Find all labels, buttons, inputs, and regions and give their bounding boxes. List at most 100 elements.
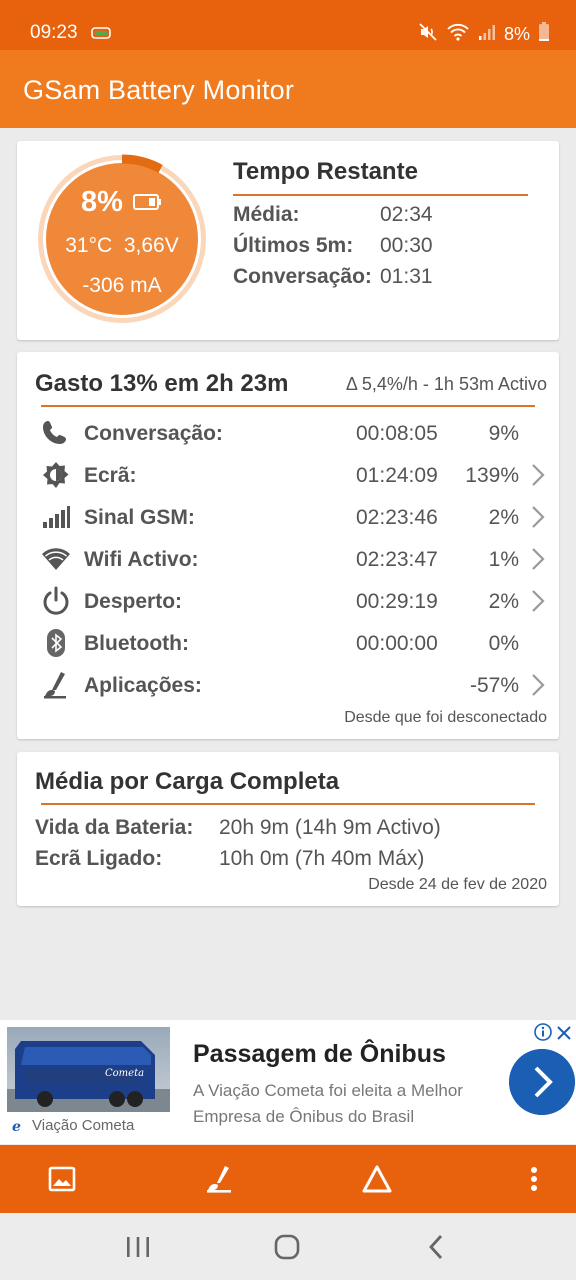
usage-title: Gasto 13% em 2h 23m	[35, 370, 289, 397]
usage-percent: 1%	[488, 548, 519, 571]
average-title: Média por Carga Completa	[35, 768, 340, 795]
usage-row-aplicacoes[interactable]: Aplicações: -57%	[17, 664, 559, 706]
chevron-right-icon[interactable]	[531, 673, 545, 697]
usage-row-sinal-gsm[interactable]: Sinal GSM: 02:23:46 2%	[17, 496, 559, 538]
average-label: Vida da Bateria:	[35, 816, 194, 839]
ad-brand-name: Viação Cometa	[32, 1117, 135, 1134]
ad-bus-image[interactable]: Cometa	[7, 1027, 170, 1112]
divider	[233, 194, 528, 196]
chevron-right-icon[interactable]	[531, 463, 545, 487]
usage-row-bluetooth[interactable]: Bluetooth: 00:00:00 0%	[17, 622, 559, 664]
ad-title[interactable]: Passagem de Ônibus	[193, 1040, 446, 1069]
average-footer: Desde 24 de fev de 2020	[368, 876, 547, 893]
usage-percent: -57%	[469, 674, 519, 697]
usage-label: Wifi Activo:	[84, 548, 199, 571]
battery-voltage: 3,66V	[123, 234, 179, 257]
battery-icon	[538, 22, 550, 47]
image-icon[interactable]	[46, 1163, 78, 1195]
time-remaining-value: 01:31	[380, 265, 433, 288]
status-icons: 8%	[418, 22, 550, 47]
usage-percent: 9%	[488, 422, 519, 445]
system-nav-bar	[0, 1213, 576, 1280]
usage-time: 02:23:47	[356, 548, 438, 571]
gauge-readout: 8% 31°C 3,66V -306 mA	[36, 153, 208, 325]
usage-card: Gasto 13% em 2h 23m Δ 5,4%/h - 1h 53m Ac…	[17, 352, 559, 739]
usage-label: Desperto:	[84, 590, 183, 613]
time-remaining-label: Média:	[233, 203, 300, 226]
average-value: 10h 0m (7h 40m Máx)	[219, 847, 425, 870]
power-icon	[43, 586, 69, 615]
brightness-icon	[43, 462, 69, 488]
usage-time: 02:23:46	[356, 506, 438, 529]
app-notification-icon	[90, 24, 112, 45]
usage-time: 00:29:19	[356, 590, 438, 613]
usage-row-conversacao[interactable]: Conversação: 00:08:05 9%	[17, 412, 559, 454]
usage-percent: 0%	[488, 632, 519, 655]
usage-row-wifi[interactable]: Wifi Activo: 02:23:47 1%	[17, 538, 559, 580]
ad-open-button[interactable]	[509, 1049, 575, 1115]
battery-status-card[interactable]: 8% 31°C 3,66V -306 mA Tempo Restante Méd…	[17, 141, 559, 340]
usage-label: Bluetooth:	[84, 632, 189, 655]
usage-delta: Δ 5,4%/h - 1h 53m Activo	[345, 374, 547, 394]
status-time: 09:23	[30, 22, 78, 43]
divider	[41, 405, 535, 407]
ad-close-icon[interactable]	[556, 1025, 572, 1041]
status-battery-pct: 8%	[503, 24, 530, 44]
time-remaining-row: Últimos 5m: 00:30	[233, 234, 433, 258]
ad-description[interactable]: A Viação Cometa foi eleita a Melhor Empr…	[193, 1078, 493, 1130]
wifi-icon	[446, 23, 470, 46]
bus-logo-text: Cometa	[105, 1068, 144, 1079]
app-bar: GSam Battery Monitor	[0, 50, 576, 128]
average-row: Ecrã Ligado: 10h 0m (7h 40m Máx)	[35, 847, 424, 871]
temp-voltage: 31°C 3,66V	[36, 234, 208, 258]
average-card: Média por Carga Completa Vida da Bateria…	[17, 752, 559, 906]
svg-text:e: e	[12, 1119, 21, 1133]
time-remaining-value: 02:34	[380, 203, 433, 226]
usage-time: 00:08:05	[356, 422, 438, 445]
bottom-action-bar	[0, 1145, 576, 1213]
app-title: GSam Battery Monitor	[23, 75, 295, 105]
ad-brand[interactable]: e Viação Cometa	[12, 1117, 134, 1134]
signal-bars-icon	[43, 506, 70, 528]
time-remaining-value: 00:30	[380, 234, 433, 257]
average-value: 20h 9m (14h 9m Activo)	[219, 816, 441, 839]
chevron-right-icon[interactable]	[531, 505, 545, 529]
apps-icon	[44, 672, 66, 699]
more-vert-icon[interactable]	[518, 1163, 550, 1195]
apps-icon[interactable]	[203, 1163, 235, 1195]
chevron-right-icon[interactable]	[531, 589, 545, 613]
time-remaining-label: Últimos 5m:	[233, 234, 354, 257]
signal-icon	[478, 23, 496, 46]
ad-banner[interactable]: Cometa e Viação Cometa Passagem de Ônibu…	[0, 1020, 576, 1144]
triangle-icon[interactable]	[361, 1163, 393, 1195]
usage-row-ecra[interactable]: Ecrã: 01:24:09 139%	[17, 454, 559, 496]
usage-percent: 2%	[488, 590, 519, 613]
phone-icon	[43, 421, 66, 444]
ad-info-icon[interactable]	[534, 1023, 552, 1041]
time-remaining-row: Média: 02:34	[233, 203, 433, 227]
battery-small-icon	[132, 186, 163, 219]
advertiser-logo-icon: e	[12, 1119, 21, 1133]
chevron-right-icon[interactable]	[531, 547, 545, 571]
mute-icon	[418, 22, 438, 47]
home-icon[interactable]	[272, 1233, 302, 1261]
usage-footer: Desde que foi desconectado	[344, 709, 547, 726]
bluetooth-icon	[47, 629, 65, 657]
time-remaining-label: Conversação:	[233, 265, 372, 288]
time-remaining-title: Tempo Restante	[233, 158, 418, 185]
battery-temperature: 31°C	[65, 234, 113, 257]
usage-label: Sinal GSM:	[84, 506, 195, 529]
usage-label: Ecrã:	[84, 464, 137, 487]
divider	[41, 803, 535, 805]
usage-row-desperto[interactable]: Desperto: 00:29:19 2%	[17, 580, 559, 622]
usage-label: Conversação:	[84, 422, 223, 445]
battery-percent: 8%	[81, 186, 123, 218]
gauge-percent-row: 8%	[36, 186, 208, 219]
usage-time: 00:00:00	[356, 632, 438, 655]
wifi-icon	[42, 548, 70, 570]
recent-apps-icon[interactable]	[123, 1233, 153, 1261]
status-bar: 09:23 8%	[0, 0, 576, 50]
usage-label: Aplicações:	[84, 674, 202, 697]
back-icon[interactable]	[422, 1233, 452, 1261]
usage-percent: 2%	[488, 506, 519, 529]
